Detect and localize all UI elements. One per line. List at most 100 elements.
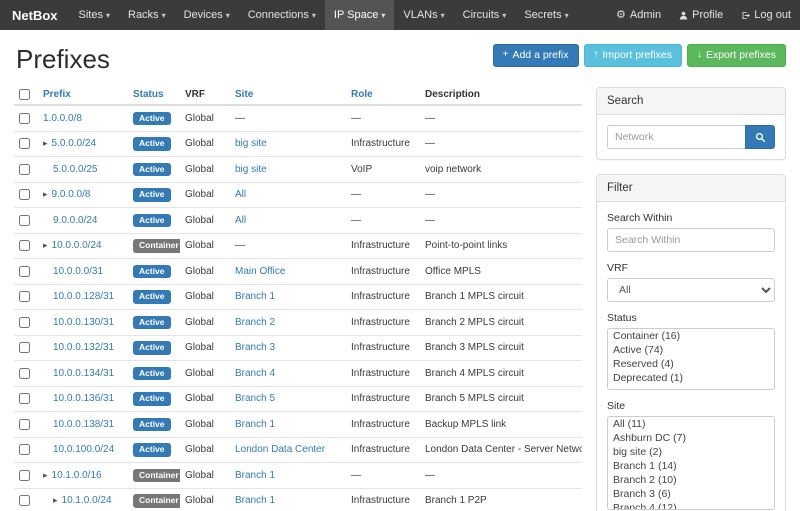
expand-toggle-icon[interactable]: ▸ bbox=[53, 495, 58, 506]
nav-item-sites[interactable]: Sites▾ bbox=[70, 0, 119, 30]
filter-option[interactable]: Ashburn DC (7) bbox=[608, 431, 774, 445]
prefix-link[interactable]: 10.0.0.138/31 bbox=[53, 419, 114, 430]
column-sort-link[interactable]: Status bbox=[133, 89, 164, 100]
row-checkbox[interactable] bbox=[19, 189, 30, 200]
expand-toggle-icon[interactable]: ▸ bbox=[43, 470, 48, 481]
search-within-input[interactable] bbox=[607, 228, 775, 252]
prefix-link[interactable]: 9.0.0.0/8 bbox=[52, 189, 91, 200]
vrf-select[interactable]: All bbox=[607, 278, 775, 302]
row-checkbox[interactable] bbox=[19, 291, 30, 302]
filter-option[interactable]: Active (74) bbox=[608, 343, 774, 357]
site-link[interactable]: All bbox=[235, 215, 246, 226]
search-button[interactable] bbox=[745, 125, 775, 149]
row-checkbox[interactable] bbox=[19, 240, 30, 251]
status-badge: Active bbox=[133, 316, 171, 330]
status-cell: Active bbox=[128, 412, 180, 438]
filter-option[interactable]: All (11) bbox=[608, 417, 774, 431]
filter-option[interactable]: Deprecated (1) bbox=[608, 371, 774, 385]
row-checkbox[interactable] bbox=[19, 215, 30, 226]
add-prefix-button[interactable]: + Add a prefix bbox=[493, 44, 579, 67]
select-all-checkbox[interactable] bbox=[19, 89, 30, 100]
search-input[interactable] bbox=[607, 125, 745, 149]
row-checkbox[interactable] bbox=[19, 113, 30, 124]
nav-item-admin[interactable]: ⚙Admin bbox=[607, 0, 670, 30]
filter-option[interactable]: Branch 4 (12) bbox=[608, 501, 774, 510]
row-select-cell bbox=[14, 131, 38, 157]
prefix-link[interactable]: 10.0.0.132/31 bbox=[53, 342, 114, 353]
site-link[interactable]: big site bbox=[235, 138, 267, 149]
column-sort-link[interactable]: Site bbox=[235, 89, 253, 100]
row-checkbox[interactable] bbox=[19, 317, 30, 328]
site-link[interactable]: big site bbox=[235, 164, 267, 175]
prefix-link[interactable]: 5.0.0.0/24 bbox=[52, 138, 96, 149]
nav-item-circuits[interactable]: Circuits▾ bbox=[454, 0, 516, 30]
site-link[interactable]: London Data Center bbox=[235, 444, 325, 455]
nav-item-secrets[interactable]: Secrets▾ bbox=[515, 0, 577, 30]
nav-item-ip-space[interactable]: IP Space▾ bbox=[325, 0, 394, 30]
row-checkbox[interactable] bbox=[19, 164, 30, 175]
column-header-site[interactable]: Site bbox=[230, 85, 346, 105]
row-checkbox[interactable] bbox=[19, 444, 30, 455]
column-header-prefix[interactable]: Prefix bbox=[38, 85, 128, 105]
prefix-cell: 9.0.0.0/24 bbox=[38, 208, 128, 234]
expand-toggle-icon[interactable]: ▸ bbox=[43, 240, 48, 251]
nav-item-vlans[interactable]: VLANs▾ bbox=[394, 0, 453, 30]
row-checkbox[interactable] bbox=[19, 138, 30, 149]
filter-option[interactable]: Branch 2 (10) bbox=[608, 473, 774, 487]
site-link[interactable]: All bbox=[235, 189, 246, 200]
import-prefixes-button[interactable]: ↑ Import prefixes bbox=[584, 44, 682, 67]
site-link[interactable]: Branch 5 bbox=[235, 393, 275, 404]
column-sort-link[interactable]: Role bbox=[351, 89, 373, 100]
column-header-role[interactable]: Role bbox=[346, 85, 420, 105]
description-cell: — bbox=[420, 131, 582, 157]
upload-icon: ↑ bbox=[594, 50, 599, 60]
prefix-link[interactable]: 10.0.0.130/31 bbox=[53, 317, 114, 328]
row-checkbox[interactable] bbox=[19, 393, 30, 404]
status-filter-list[interactable]: Container (16)Active (74)Reserved (4)Dep… bbox=[607, 328, 775, 390]
row-checkbox[interactable] bbox=[19, 368, 30, 379]
prefix-link[interactable]: 10.0.0.136/31 bbox=[53, 393, 114, 404]
nav-item-racks[interactable]: Racks▾ bbox=[119, 0, 175, 30]
row-checkbox[interactable] bbox=[19, 470, 30, 481]
prefix-link[interactable]: 9.0.0.0/24 bbox=[53, 215, 97, 226]
site-link[interactable]: Branch 1 bbox=[235, 470, 275, 481]
column-sort-link[interactable]: Prefix bbox=[43, 89, 71, 100]
prefix-link[interactable]: 10.1.0.0/24 bbox=[62, 495, 112, 506]
prefix-link[interactable]: 10.0.0.128/31 bbox=[53, 291, 114, 302]
prefix-link[interactable]: 10.0.0.0/24 bbox=[52, 240, 102, 251]
nav-item-log-out[interactable]: Log out bbox=[732, 0, 800, 30]
site-link[interactable]: Main Office bbox=[235, 266, 285, 277]
column-header-status[interactable]: Status bbox=[128, 85, 180, 105]
site-link[interactable]: Branch 1 bbox=[235, 291, 275, 302]
expand-toggle-icon[interactable]: ▸ bbox=[43, 189, 48, 200]
prefix-link[interactable]: 5.0.0.0/25 bbox=[53, 164, 97, 175]
export-prefixes-button[interactable]: ↓ Export prefixes bbox=[687, 44, 786, 67]
filter-option[interactable]: Reserved (4) bbox=[608, 357, 774, 371]
filter-option[interactable]: Branch 3 (6) bbox=[608, 487, 774, 501]
vrf-cell: Global bbox=[180, 463, 230, 489]
row-checkbox[interactable] bbox=[19, 419, 30, 430]
expand-toggle-icon[interactable]: ▸ bbox=[43, 138, 48, 149]
filter-option[interactable]: Branch 1 (14) bbox=[608, 459, 774, 473]
nav-item-devices[interactable]: Devices▾ bbox=[175, 0, 239, 30]
prefix-link[interactable]: 10.1.0.0/16 bbox=[52, 470, 102, 481]
row-checkbox[interactable] bbox=[19, 495, 30, 506]
row-checkbox[interactable] bbox=[19, 342, 30, 353]
prefix-link[interactable]: 10.0.0.0/31 bbox=[53, 266, 103, 277]
nav-item-profile[interactable]: Profile bbox=[670, 0, 732, 30]
site-filter-list[interactable]: All (11)Ashburn DC (7)big site (2)Branch… bbox=[607, 416, 775, 510]
row-checkbox[interactable] bbox=[19, 266, 30, 277]
site-link[interactable]: Branch 1 bbox=[235, 495, 275, 506]
site-link[interactable]: Branch 3 bbox=[235, 342, 275, 353]
filter-option[interactable]: Container (16) bbox=[608, 329, 774, 343]
site-link[interactable]: Branch 4 bbox=[235, 368, 275, 379]
app-logo[interactable]: NetBox bbox=[0, 0, 70, 30]
site-link[interactable]: Branch 2 bbox=[235, 317, 275, 328]
site-link[interactable]: Branch 1 bbox=[235, 419, 275, 430]
prefix-link[interactable]: 10.0.0.134/31 bbox=[53, 368, 114, 379]
nav-item-connections[interactable]: Connections▾ bbox=[239, 0, 325, 30]
prefix-link[interactable]: 10.0.100.0/24 bbox=[53, 444, 114, 455]
status-cell: Container bbox=[128, 233, 180, 259]
prefix-link[interactable]: 1.0.0.0/8 bbox=[43, 113, 82, 124]
filter-option[interactable]: big site (2) bbox=[608, 445, 774, 459]
